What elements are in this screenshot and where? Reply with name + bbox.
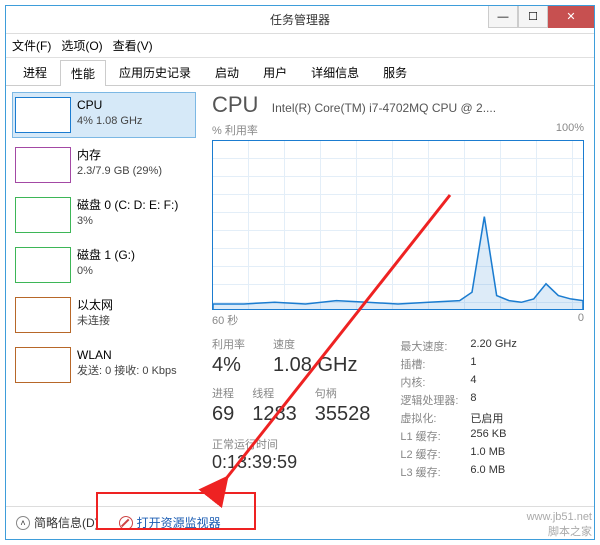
thumb-memory (15, 147, 71, 183)
stat-value: 256 KB (470, 428, 506, 444)
stat-key: 内核: (400, 374, 470, 390)
tab-services[interactable]: 服务 (372, 59, 418, 85)
stat-key: L3 缓存: (400, 464, 470, 480)
tabstrip: 进程 性能 应用历史记录 启动 用户 详细信息 服务 (6, 58, 594, 86)
thumb-cpu (15, 97, 71, 133)
stat-value: 6.0 MB (470, 464, 505, 480)
resource-monitor-icon (119, 516, 133, 530)
thumb-disk1 (15, 247, 71, 283)
menu-file[interactable]: 文件(F) (12, 37, 51, 54)
menu-view[interactable]: 查看(V) (113, 37, 153, 54)
thumb-disk0 (15, 197, 71, 233)
tab-performance[interactable]: 性能 (60, 60, 106, 86)
sidebar-item-wlan[interactable]: WLAN发送: 0 接收: 0 Kbps (12, 342, 196, 388)
stat-value: 1 (470, 356, 476, 372)
sidebar-item-disk0[interactable]: 磁盘 0 (C: D: E: F:)3% (12, 192, 196, 238)
titlebar: 任务管理器 — ☐ ✕ (6, 6, 594, 34)
stat-row: L1 缓存:256 KB (400, 428, 516, 444)
sidebar-detail: 4% 1.08 GHz (77, 114, 142, 129)
sidebar: CPU4% 1.08 GHz 内存2.3/7.9 GB (29%) 磁盘 0 (… (6, 86, 202, 506)
close-button[interactable]: ✕ (548, 6, 594, 28)
tab-processes[interactable]: 进程 (12, 59, 58, 85)
sidebar-label: 内存 (77, 147, 162, 164)
sidebar-detail: 发送: 0 接收: 0 Kbps (77, 364, 177, 379)
minimize-button[interactable]: — (488, 6, 518, 28)
uptime-value: 0:13:39:59 (212, 452, 370, 473)
stat-row: 逻辑处理器:8 (400, 392, 516, 408)
sidebar-detail: 2.3/7.9 GB (29%) (77, 164, 162, 179)
stat-value: 4 (470, 374, 476, 390)
stat-row: 插槽:1 (400, 356, 516, 372)
stat-value: 1.0 MB (470, 446, 505, 462)
sidebar-item-memory[interactable]: 内存2.3/7.9 GB (29%) (12, 142, 196, 188)
tab-app-history[interactable]: 应用历史记录 (108, 59, 202, 85)
stat-value: 已启用 (470, 410, 503, 426)
main-panel: CPU Intel(R) Core(TM) i7-4702MQ CPU @ 2.… (202, 86, 594, 506)
util-label: 利用率 (212, 336, 245, 352)
tab-details[interactable]: 详细信息 (300, 59, 370, 85)
stat-row: L3 缓存:6.0 MB (400, 464, 516, 480)
stat-value: 8 (470, 392, 476, 408)
chart-y-max: 100% (556, 122, 584, 138)
proc-value: 69 (212, 403, 234, 426)
sidebar-label: WLAN (77, 347, 177, 364)
menu-options[interactable]: 选项(O) (61, 37, 102, 54)
speed-value: 1.08 GHz (273, 354, 357, 377)
sidebar-label: 磁盘 0 (C: D: E: F:) (77, 197, 178, 214)
stat-row: L2 缓存:1.0 MB (400, 446, 516, 462)
sidebar-item-disk1[interactable]: 磁盘 1 (G:)0% (12, 242, 196, 288)
header-label: CPU (212, 92, 258, 118)
handles-label: 句柄 (315, 385, 371, 401)
threads-label: 线程 (252, 385, 297, 401)
fewer-details-label: 简略信息(D) (34, 514, 99, 531)
stat-key: 插槽: (400, 356, 470, 372)
threads-value: 1283 (252, 403, 297, 426)
cpu-chart (212, 140, 584, 310)
stat-row: 最大速度:2.20 GHz (400, 338, 516, 354)
sidebar-item-ethernet[interactable]: 以太网未连接 (12, 292, 196, 338)
sidebar-detail: 未连接 (77, 314, 113, 329)
thumb-ethernet (15, 297, 71, 333)
fewer-details-button[interactable]: ˄ 简略信息(D) (16, 514, 99, 531)
proc-label: 进程 (212, 385, 234, 401)
stat-row: 内核:4 (400, 374, 516, 390)
sidebar-detail: 3% (77, 214, 178, 229)
stat-key: 虚拟化: (400, 410, 470, 426)
stat-key: L2 缓存: (400, 446, 470, 462)
chart-y-label: % 利用率 (212, 122, 258, 138)
tab-users[interactable]: 用户 (252, 59, 298, 85)
sidebar-label: CPU (77, 97, 142, 114)
speed-label: 速度 (273, 336, 357, 352)
sidebar-label: 磁盘 1 (G:) (77, 247, 135, 264)
sidebar-item-cpu[interactable]: CPU4% 1.08 GHz (12, 92, 196, 138)
uptime-label: 正常运行时间 (212, 436, 370, 452)
stat-value: 2.20 GHz (470, 338, 516, 354)
tab-startup[interactable]: 启动 (204, 59, 250, 85)
sidebar-detail: 0% (77, 264, 135, 279)
stat-key: 最大速度: (400, 338, 470, 354)
sidebar-label: 以太网 (77, 297, 113, 314)
header-model: Intel(R) Core(TM) i7-4702MQ CPU @ 2.... (272, 101, 496, 115)
resource-monitor-label: 打开资源监视器 (137, 514, 221, 531)
chart-x-left: 60 秒 (212, 312, 238, 328)
menubar: 文件(F) 选项(O) 查看(V) (6, 34, 594, 58)
footer: ˄ 简略信息(D) 打开资源监视器 (6, 506, 594, 538)
task-manager-window: 任务管理器 — ☐ ✕ 文件(F) 选项(O) 查看(V) 进程 性能 应用历史… (5, 5, 595, 540)
thumb-wlan (15, 347, 71, 383)
stat-row: 虚拟化:已启用 (400, 410, 516, 426)
util-value: 4% (212, 354, 245, 377)
watermark: www.jb51.net 脚本之家 (527, 511, 592, 539)
stat-key: L1 缓存: (400, 428, 470, 444)
stat-key: 逻辑处理器: (400, 392, 470, 408)
right-stats: 最大速度:2.20 GHz插槽:1内核:4逻辑处理器:8虚拟化:已启用L1 缓存… (400, 336, 516, 482)
chart-x-right: 0 (578, 312, 584, 328)
maximize-button[interactable]: ☐ (518, 6, 548, 28)
chevron-up-icon: ˄ (16, 516, 30, 530)
open-resource-monitor-link[interactable]: 打开资源监视器 (119, 514, 221, 531)
handles-value: 35528 (315, 403, 371, 426)
